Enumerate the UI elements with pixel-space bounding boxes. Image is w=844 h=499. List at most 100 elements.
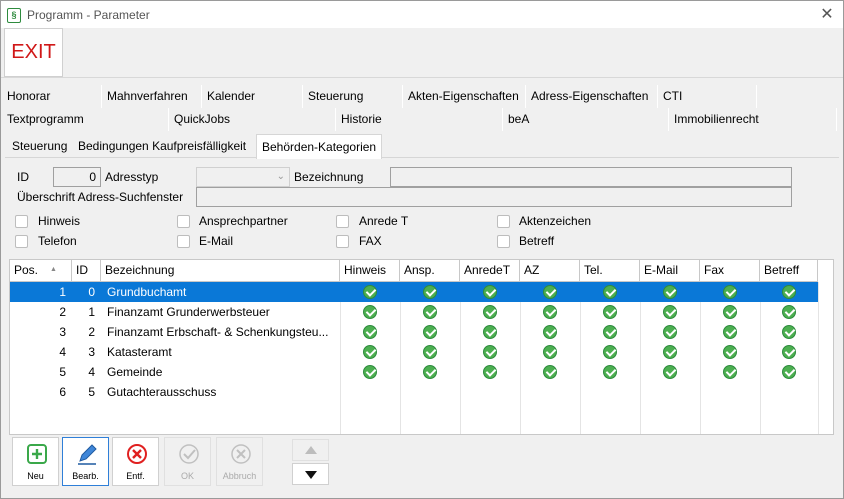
check-icon <box>723 345 737 359</box>
column-header-pos[interactable]: Pos. ▲ <box>10 260 72 282</box>
cell-bezeichnung: Gemeinde <box>107 365 163 379</box>
tab-bea[interactable]: beA <box>503 108 669 131</box>
table-row[interactable]: 4 3 Katasteramt <box>10 342 818 362</box>
cancel-icon <box>231 444 251 464</box>
id-label: ID <box>17 170 29 184</box>
table-row[interactable]: 2 1 Finanzamt Grunderwerbsteuer <box>10 302 818 322</box>
column-header-bezeichnung[interactable]: Bezeichnung <box>101 260 340 282</box>
email-checkbox[interactable] <box>177 235 190 248</box>
tab-honorar[interactable]: Honorar <box>2 85 102 108</box>
table-row[interactable]: 5 4 Gemeinde <box>10 362 818 382</box>
tab-quickjobs[interactable]: QuickJobs <box>169 108 336 131</box>
ueberschrift-field[interactable] <box>196 187 792 207</box>
tab-steuerung[interactable]: Steuerung <box>303 85 403 108</box>
check-icon <box>782 345 796 359</box>
check-icon <box>423 285 437 299</box>
column-header-az[interactable]: AZ <box>520 260 580 282</box>
arrow-up-icon <box>305 446 317 454</box>
ueberschrift-label: Überschrift Adress-Suchfenster <box>17 190 184 204</box>
anrede-t-checkbox[interactable] <box>336 215 349 228</box>
column-header-id[interactable]: ID <box>72 260 101 282</box>
subtab-behoerden-kategorien[interactable]: Behörden-Kategorien <box>256 134 383 159</box>
tab-row-1: Honorar Mahnverfahren Kalender Steuerung… <box>2 85 757 108</box>
check-icon <box>423 365 437 379</box>
check-icon <box>782 305 796 319</box>
tab-immobilienrecht[interactable]: Immobilienrecht <box>669 108 837 131</box>
button-bar: Neu Bearb. Entf. OK Abbruch <box>9 435 834 491</box>
cell-pos: 3 <box>59 325 66 339</box>
ansprechpartner-checkbox[interactable] <box>177 215 190 228</box>
column-header-pos-label: Pos. <box>14 263 39 277</box>
exit-button[interactable]: EXIT <box>4 28 63 77</box>
betreff-checkbox[interactable] <box>497 235 510 248</box>
move-down-button[interactable] <box>292 463 329 485</box>
check-icon <box>483 345 497 359</box>
check-icon <box>603 305 617 319</box>
table-row[interactable]: 3 2 Finanzamt Erbschaft- & Schenkungsteu..… <box>10 322 818 342</box>
cell-id: 0 <box>88 285 95 299</box>
delete-button-label: Entf. <box>126 471 145 481</box>
check-icon <box>663 365 677 379</box>
aktenzeichen-checkbox[interactable] <box>497 215 510 228</box>
column-header-betreff[interactable]: Betreff <box>760 260 818 282</box>
anrede-t-checkbox-label: Anrede T <box>359 214 409 228</box>
cell-bezeichnung: Gutachterausschuss <box>107 385 217 399</box>
column-header-ansp[interactable]: Ansp. <box>400 260 460 282</box>
check-icon <box>543 325 557 339</box>
subtab-bedingungen-kaufpreisfaelligkeit[interactable]: Bedingungen Kaufpreisfälligkeit <box>73 136 251 158</box>
tab-mahnverfahren[interactable]: Mahnverfahren <box>102 85 202 108</box>
id-field[interactable]: 0 <box>53 167 101 187</box>
aktenzeichen-checkbox-label: Aktenzeichen <box>519 214 592 228</box>
tab-akten-eigenschaften[interactable]: Akten-Eigenschaften <box>403 85 526 108</box>
delete-icon <box>127 444 147 464</box>
move-up-button[interactable] <box>292 439 329 461</box>
cell-bezeichnung: Finanzamt Erbschaft- & Schenkungsteu... <box>107 325 329 339</box>
cancel-button[interactable]: Abbruch <box>216 437 263 486</box>
tab-adress-eigenschaften[interactable]: Adress-Eigenschaften <box>526 85 658 108</box>
check-icon <box>363 305 377 319</box>
bezeichnung-field[interactable] <box>390 167 792 187</box>
title-bar: § Programm - Parameter ✕ <box>1 1 843 28</box>
hinweis-checkbox[interactable] <box>15 215 28 228</box>
telefon-checkbox[interactable] <box>15 235 28 248</box>
adresstyp-select[interactable]: ⌄ <box>196 167 290 187</box>
detail-form: ID 0 Adresstyp ⌄ Bezeichnung Überschrift… <box>9 159 839 259</box>
check-icon <box>603 365 617 379</box>
delete-button[interactable]: Entf. <box>112 437 159 486</box>
column-header-hinweis[interactable]: Hinweis <box>340 260 400 282</box>
column-header-anredet[interactable]: AnredeT <box>460 260 520 282</box>
tab-textprogramm[interactable]: Textprogramm <box>2 108 169 131</box>
fax-checkbox[interactable] <box>336 235 349 248</box>
check-icon <box>782 325 796 339</box>
subtab-steuerung[interactable]: Steuerung <box>7 136 72 158</box>
cancel-button-label: Abbruch <box>222 471 257 481</box>
new-button-label: Neu <box>27 471 44 481</box>
check-icon <box>423 305 437 319</box>
check-icon <box>663 305 677 319</box>
edit-button[interactable]: Bearb. <box>62 437 109 486</box>
sort-ascending-icon: ▲ <box>50 266 57 273</box>
check-icon <box>179 444 199 464</box>
column-header-email[interactable]: E-Mail <box>640 260 700 282</box>
tab-cti[interactable]: CTI <box>658 85 757 108</box>
check-icon <box>483 325 497 339</box>
tab-row-2: Textprogramm QuickJobs Historie beA Immo… <box>2 108 837 131</box>
tab-historie[interactable]: Historie <box>336 108 503 131</box>
new-button[interactable]: Neu <box>12 437 59 486</box>
column-header-fax[interactable]: Fax <box>700 260 760 282</box>
close-icon[interactable]: ✕ <box>818 6 836 24</box>
tab-kalender[interactable]: Kalender <box>202 85 303 108</box>
column-header-tel[interactable]: Tel. <box>580 260 640 282</box>
cell-pos: 5 <box>59 365 66 379</box>
check-icon <box>723 305 737 319</box>
add-icon <box>27 444 47 464</box>
cell-bezeichnung: Katasteramt <box>107 345 172 359</box>
table-row[interactable]: 1 0 Grundbuchamt <box>10 282 818 302</box>
table-row[interactable]: 6 5 Gutachterausschuss <box>10 382 818 402</box>
check-icon <box>723 365 737 379</box>
cell-id: 4 <box>88 365 95 379</box>
cell-id: 5 <box>88 385 95 399</box>
check-icon <box>603 285 617 299</box>
ok-button[interactable]: OK <box>164 437 211 486</box>
check-icon <box>363 345 377 359</box>
